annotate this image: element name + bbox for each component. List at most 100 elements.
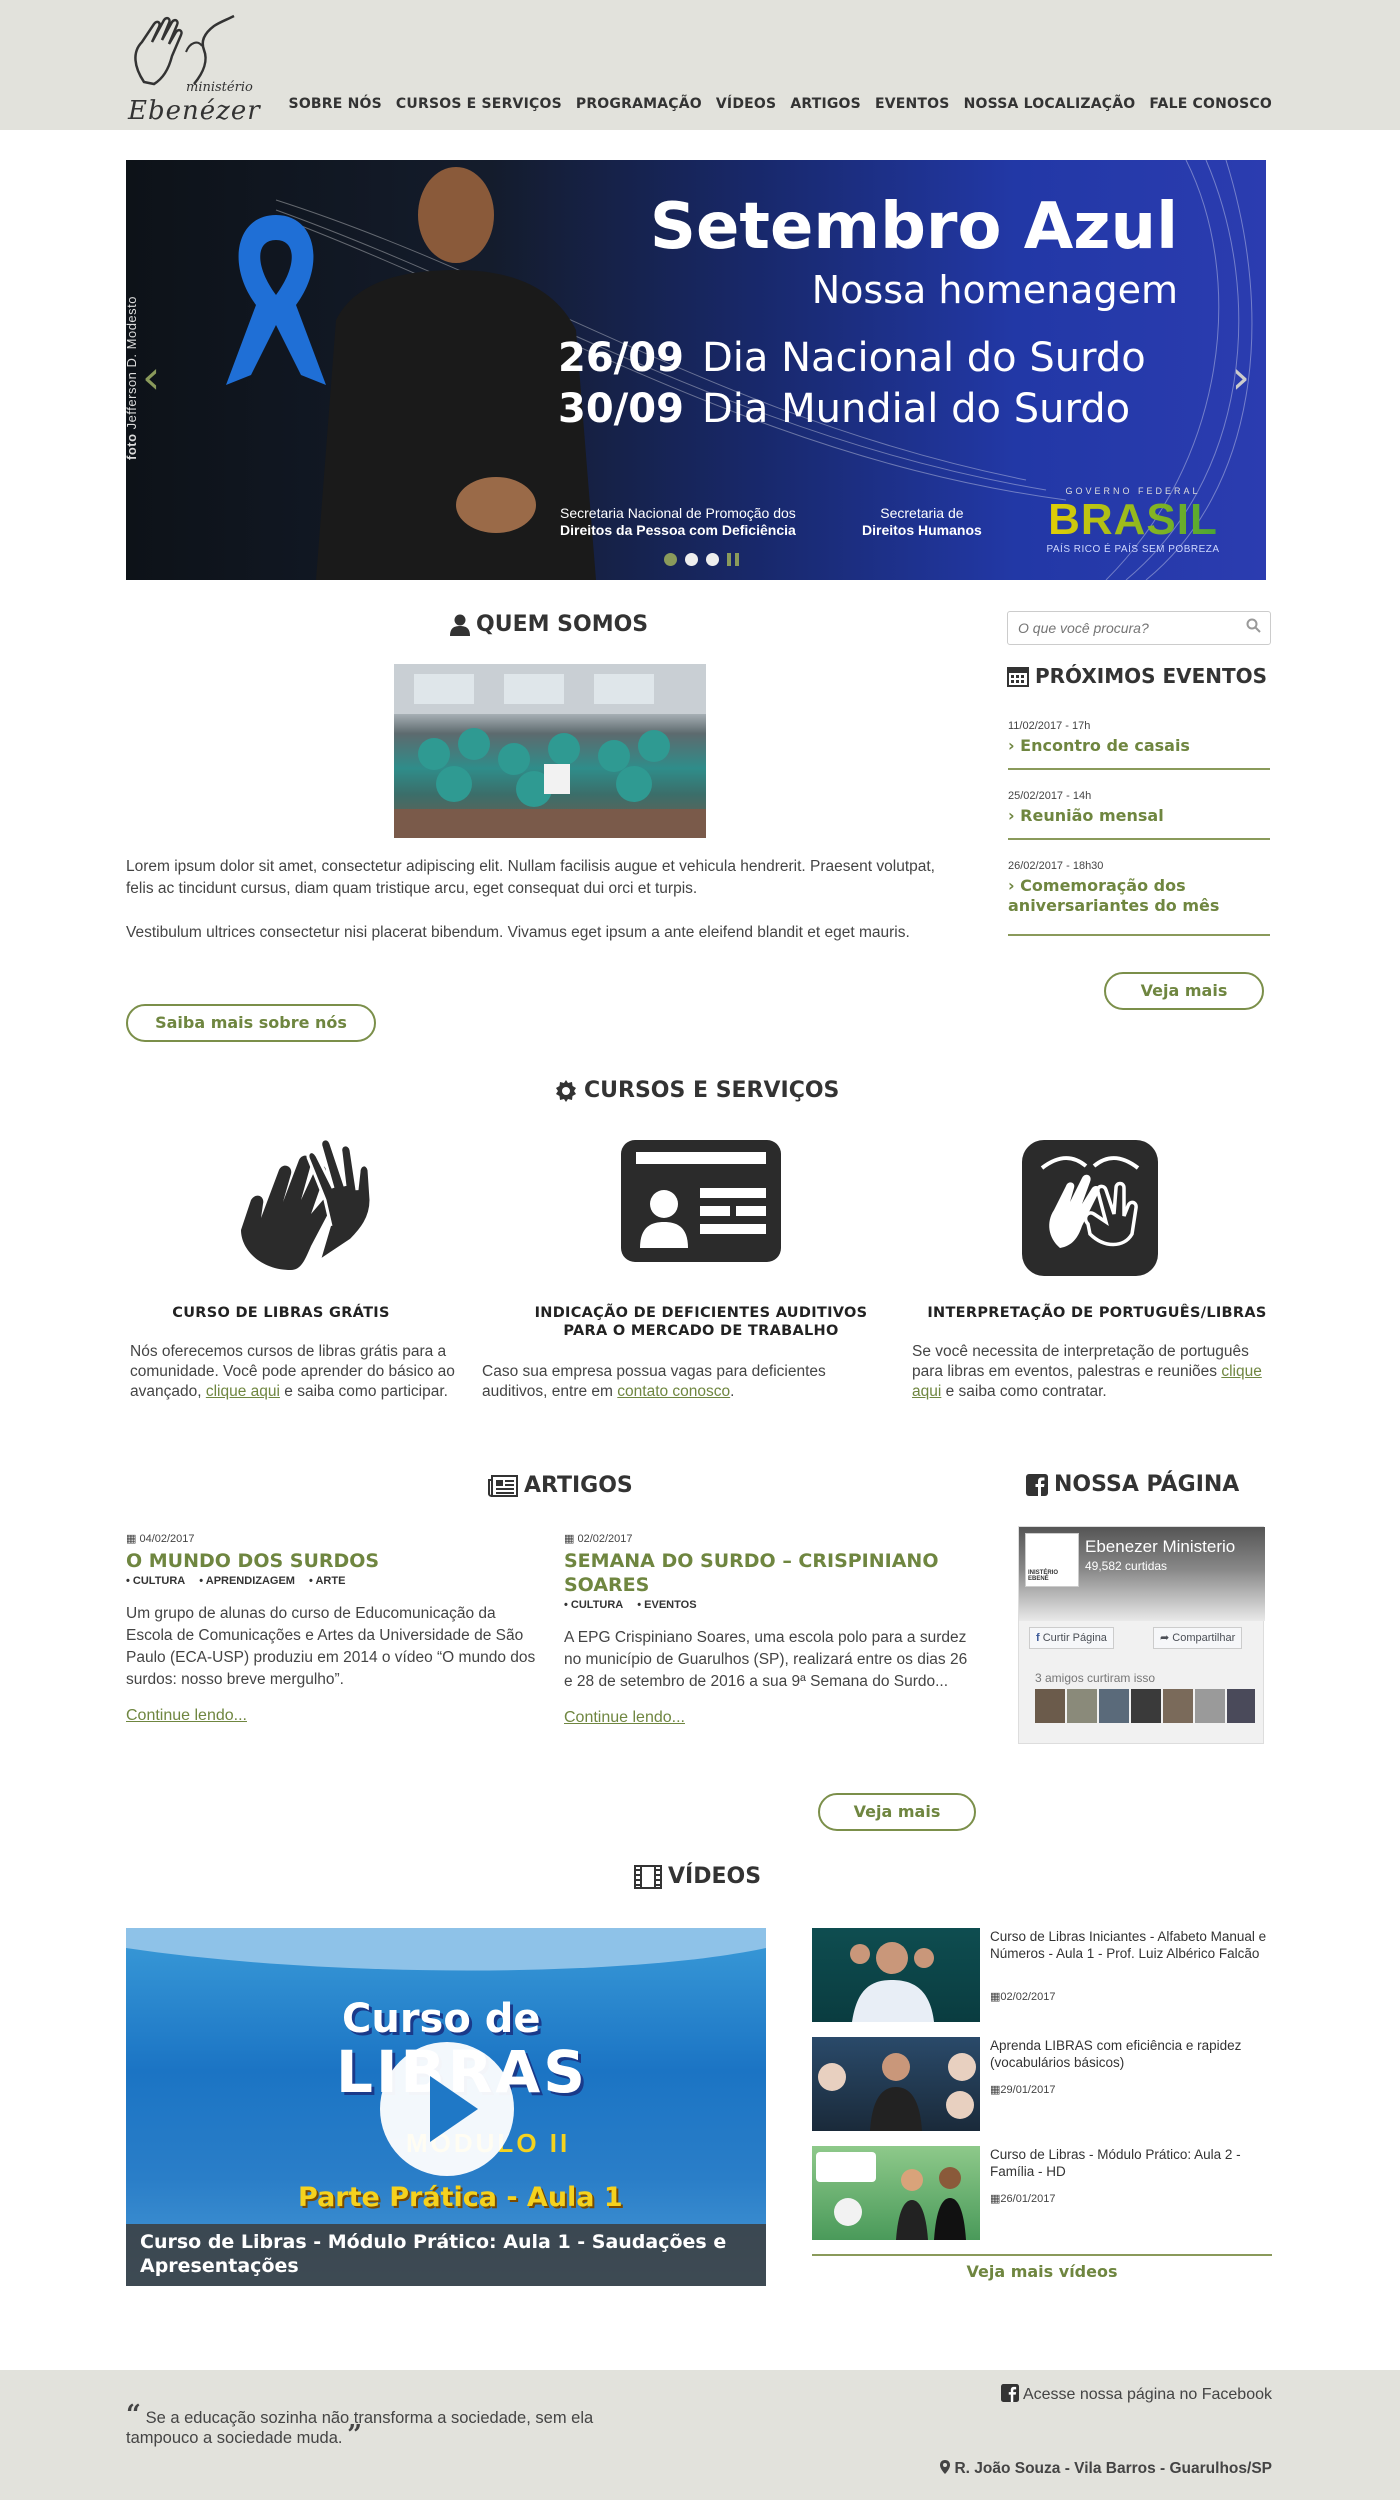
slide-org-secretaria-nacional: Secretaria Nacional de Promoção dos Direi… [560, 505, 796, 539]
slider-dot[interactable] [685, 553, 698, 566]
video-list-item[interactable]: Curso de Libras Iniciantes - Alfabeto Ma… [812, 1928, 1272, 2022]
article-title[interactable]: SEMANA DO SURDO – CRISPINIANO SOARES [564, 1549, 974, 1597]
slider-dot[interactable] [664, 553, 677, 566]
main-video-player[interactable]: Curso de LIBRAS MÓDULO II Parte Prática … [126, 1928, 766, 2286]
video-list-item[interactable]: Aprenda LIBRAS com eficiência e rapidez … [812, 2037, 1272, 2131]
search-input[interactable] [1018, 613, 1238, 643]
article-card: ▦ 04/02/2017 O MUNDO DOS SURDOS • CULTUR… [126, 1532, 536, 1725]
event-date: 25/02/2017 - 14h [1008, 790, 1092, 802]
slider-dot[interactable] [706, 553, 719, 566]
footer-facebook-link[interactable]: Acesse nossa página no Facebook [1001, 2384, 1272, 2404]
slide-org-direitos-humanos: Secretaria de Direitos Humanos [862, 505, 982, 539]
article-tag[interactable]: • CULTURA [126, 1575, 185, 1587]
article-date-text: 02/02/2017 [577, 1533, 633, 1545]
artigos-heading: ARTIGOS [488, 1473, 633, 1498]
friend-avatar[interactable] [1163, 1689, 1193, 1723]
eventos-veja-mais-button[interactable]: Veja mais [1104, 972, 1264, 1010]
footer-facebook-text: Acesse nossa página no Facebook [1022, 2386, 1272, 2403]
nav-item-nossa-localizacao[interactable]: NOSSA LOCALIZAÇÃO [964, 96, 1136, 112]
service-text-part: e saiba como participar. [284, 1383, 448, 1400]
event-date: 26/02/2017 - 18h30 [1008, 860, 1104, 872]
nav-item-cursos-e-servicos[interactable]: CURSOS E SERVIÇOS [396, 96, 562, 112]
article-tag[interactable]: • APRENDIZAGEM [199, 1575, 295, 1587]
nav-item-sobre-nos[interactable]: SOBRE NÓS [289, 96, 382, 112]
facebook-page-name[interactable]: Ebenezer Ministerio [1085, 1537, 1235, 1557]
article-title[interactable]: O MUNDO DOS SURDOS [126, 1549, 536, 1573]
search-icon[interactable] [1246, 618, 1261, 637]
nav-item-fale-conosco[interactable]: FALE CONOSCO [1149, 96, 1272, 112]
signing-hands-icon [241, 1137, 373, 1270]
facebook-share-button[interactable]: ➦ Compartilhar [1153, 1627, 1243, 1649]
service-card-interpretacao: INTERPRETAÇÃO DE PORTUGUÊS/LIBRAS Se voc… [912, 1130, 1282, 1410]
calendar-icon: ▦ [564, 1533, 575, 1545]
gov-slogan-text: PAÍS RICO É PAÍS SEM POBREZA [1046, 544, 1220, 555]
friend-avatar[interactable] [1195, 1689, 1225, 1723]
slider-prev-arrow-icon[interactable]: ‹ [142, 350, 160, 404]
event-item[interactable]: 25/02/2017 - 14h › Reunião mensal [1008, 790, 1270, 840]
veja-mais-videos-link[interactable]: Veja mais vídeos [812, 2262, 1272, 2281]
calendar-icon [1007, 667, 1029, 687]
event-title-text: Reunião mensal [1020, 806, 1164, 825]
blue-ribbon-icon [226, 215, 326, 385]
friend-avatar[interactable] [1099, 1689, 1129, 1723]
friend-avatar[interactable] [1227, 1689, 1255, 1723]
play-button-icon[interactable] [380, 2042, 514, 2176]
photo-credit: foto Jefferson D. Modesto [126, 296, 139, 460]
service-card-libras: CURSO DE LIBRAS GRÁTIS Nós oferecemos cu… [126, 1130, 455, 1410]
pause-icon[interactable] [727, 553, 739, 566]
nav-item-videos[interactable]: VÍDEOS [716, 96, 776, 112]
event-item[interactable]: 11/02/2017 - 17h › Encontro de casais [1008, 720, 1270, 770]
article-tag[interactable]: • EVENTOS [637, 1599, 696, 1611]
artigos-veja-mais-button[interactable]: Veja mais [818, 1793, 976, 1831]
calendar-icon: ▦ [990, 2084, 1001, 2096]
cursos-servicos-heading: CURSOS E SERVIÇOS [554, 1078, 839, 1103]
video-title[interactable]: Aprenda LIBRAS com eficiência e rapidez … [990, 2037, 1275, 2071]
event-item[interactable]: 26/02/2017 - 18h30 › Comemoração dos ani… [1008, 860, 1270, 936]
continue-lendo-link[interactable]: Continue lendo... [564, 1709, 974, 1727]
video-thumbnail[interactable] [812, 1928, 980, 2022]
video-thumbnail[interactable] [812, 2146, 980, 2240]
video-title[interactable]: Curso de Libras Iniciantes - Alfabeto Ma… [990, 1928, 1275, 1962]
facebook-avatar[interactable]: INISTÉRIO EBENÉ [1025, 1533, 1079, 1587]
clique-aqui-link[interactable]: clique aqui [206, 1383, 280, 1400]
friend-avatar[interactable] [1067, 1689, 1097, 1723]
slider-next-arrow-icon[interactable]: › [1232, 350, 1250, 404]
continue-lendo-link[interactable]: Continue lendo... [126, 1707, 536, 1725]
video-thumb-text: Parte Prática - Aula 1 [298, 2182, 623, 2213]
friend-avatar[interactable] [1131, 1689, 1161, 1723]
video-list-item[interactable]: Curso de Libras - Módulo Prático: Aula 2… [812, 2146, 1272, 2240]
contato-conosco-link[interactable]: contato conosco [617, 1383, 730, 1400]
article-tag[interactable]: • ARTE [309, 1575, 345, 1587]
event-title[interactable]: › Reunião mensal [1008, 806, 1270, 826]
saiba-mais-button[interactable]: Saiba mais sobre nós [126, 1004, 376, 1042]
video-thumb-wave [126, 1928, 766, 1971]
facebook-icon: f [1036, 1632, 1040, 1644]
event-title[interactable]: › Comemoração dos aniversariantes do mês [1008, 876, 1270, 916]
film-icon [634, 1864, 662, 1889]
facebook-like-button[interactable]: f Curtir Página [1029, 1627, 1114, 1649]
facebook-friends-text: 3 amigos curtiram isso [1035, 1671, 1156, 1685]
main-video-caption[interactable]: Curso de Libras - Módulo Prático: Aula 1… [126, 2224, 766, 2286]
friend-avatar[interactable] [1035, 1689, 1065, 1723]
nav-item-artigos[interactable]: ARTIGOS [790, 96, 861, 112]
calendar-icon: ▦ [126, 1533, 137, 1545]
site-logo[interactable]: ministério Ebenézer [124, 12, 260, 126]
video-title[interactable]: Curso de Libras - Módulo Prático: Aula 2… [990, 2146, 1275, 2180]
video-thumbnail[interactable] [812, 2037, 980, 2131]
video-date: ▦26/01/2017 [990, 2192, 1055, 2205]
section-title: PRÓXIMOS EVENTOS [1035, 664, 1268, 688]
footer-address: R. João Souza - Vila Barros - Guarulhos/… [940, 2460, 1272, 2478]
gear-icon [556, 1079, 576, 1102]
newspaper-icon [488, 1474, 518, 1497]
group-photo [394, 664, 706, 838]
nav-item-programacao[interactable]: PROGRAMAÇÃO [576, 96, 702, 112]
service-text: Se você necessita de interpretação de po… [912, 1342, 1278, 1402]
facebook-cover[interactable]: INISTÉRIO EBENÉ Ebenezer Ministerio 49,5… [1019, 1527, 1265, 1621]
article-tag[interactable]: • CULTURA [564, 1599, 623, 1611]
event-title[interactable]: › Encontro de casais [1008, 736, 1270, 756]
section-title: CURSOS E SERVIÇOS [584, 1078, 840, 1103]
event-title-text: Comemoração dos aniversariantes do mês [1008, 876, 1220, 915]
nossa-pagina-heading: NOSSA PÁGINA [1026, 1472, 1239, 1497]
slide-date-label: Dia Nacional do Surdo [701, 335, 1146, 381]
nav-item-eventos[interactable]: EVENTOS [875, 96, 950, 112]
